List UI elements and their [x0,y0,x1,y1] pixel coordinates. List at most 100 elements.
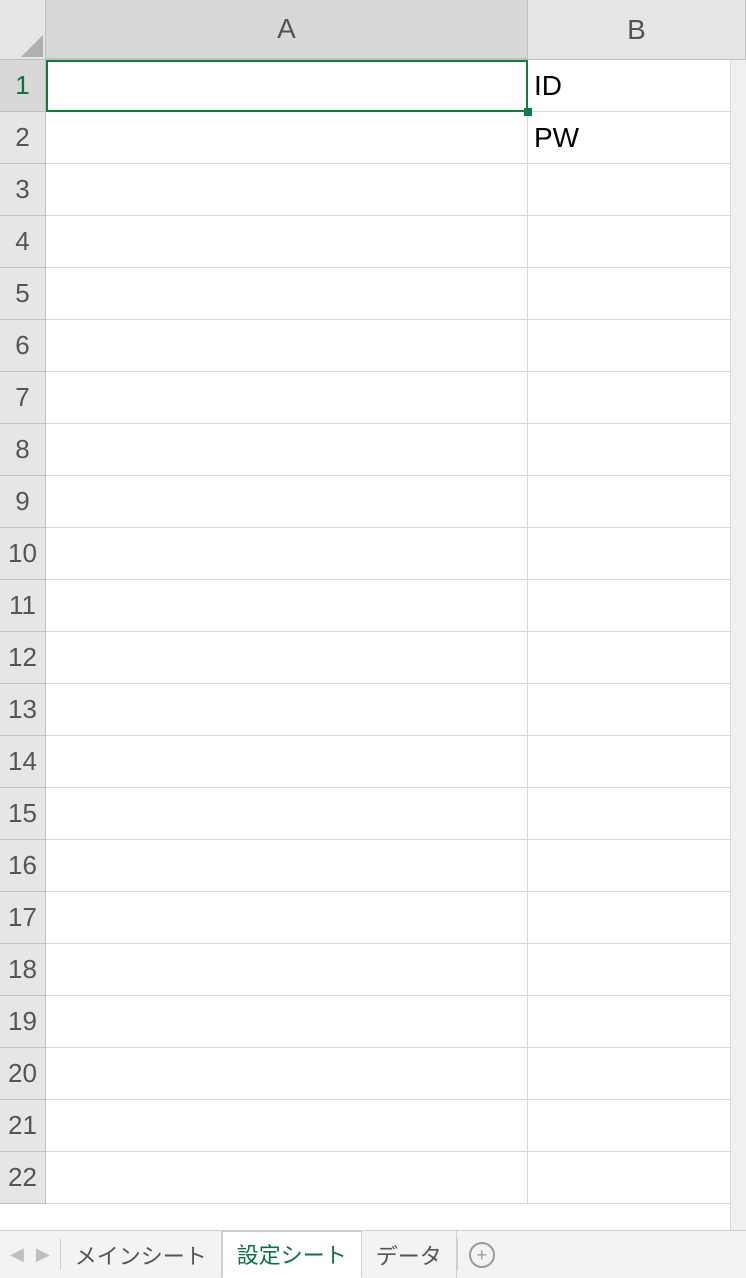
cell-A13[interactable] [46,684,528,736]
plus-icon: + [469,1242,495,1268]
row: 5 [0,268,746,320]
row-header-20[interactable]: 20 [0,1048,46,1100]
row: 22 [0,1152,746,1204]
cell-B14[interactable] [528,736,746,788]
row: 20 [0,1048,746,1100]
sheet-tab-bar: ◀ ▶ メインシート 設定シート データ + [0,1230,746,1278]
cell-A2[interactable] [46,112,528,164]
cell-B18[interactable] [528,944,746,996]
cell-A15[interactable] [46,788,528,840]
cell-B6[interactable] [528,320,746,372]
sheet-tab-2[interactable]: データ [362,1231,457,1278]
cell-A4[interactable] [46,216,528,268]
vertical-scrollbar[interactable] [730,60,746,1230]
cell-A6[interactable] [46,320,528,372]
cell-A8[interactable] [46,424,528,476]
tab-nav-buttons: ◀ ▶ [0,1231,60,1278]
row: 12 [0,632,746,684]
row-header-22[interactable]: 22 [0,1152,46,1204]
cell-B11[interactable] [528,580,746,632]
sheet-tab-1[interactable]: 設定シート [222,1231,362,1278]
row: 19 [0,996,746,1048]
row-header-12[interactable]: 12 [0,632,46,684]
row-header-17[interactable]: 17 [0,892,46,944]
cell-A16[interactable] [46,840,528,892]
cell-A14[interactable] [46,736,528,788]
cell-A20[interactable] [46,1048,528,1100]
column-header-row: A B [0,0,746,60]
cell-B20[interactable] [528,1048,746,1100]
cell-A12[interactable] [46,632,528,684]
row: 13 [0,684,746,736]
tab-nav-next-icon[interactable]: ▶ [36,1244,50,1265]
select-all-corner[interactable] [0,0,46,60]
cell-A1[interactable] [46,60,528,112]
row-header-16[interactable]: 16 [0,840,46,892]
row: 4 [0,216,746,268]
cell-A7[interactable] [46,372,528,424]
cell-A22[interactable] [46,1152,528,1204]
cell-B21[interactable] [528,1100,746,1152]
add-sheet-button[interactable]: + [458,1231,506,1278]
fill-handle[interactable] [524,108,532,116]
cell-B19[interactable] [528,996,746,1048]
row-header-18[interactable]: 18 [0,944,46,996]
cell-A9[interactable] [46,476,528,528]
row-header-3[interactable]: 3 [0,164,46,216]
row: 14 [0,736,746,788]
row: 1 ID [0,60,746,112]
row-header-2[interactable]: 2 [0,112,46,164]
cell-A17[interactable] [46,892,528,944]
cell-A21[interactable] [46,1100,528,1152]
spreadsheet-grid: A B 1ID2PW345678910111213141516171819202… [0,0,746,1230]
cell-B7[interactable] [528,372,746,424]
row: 7 [0,372,746,424]
row: 18 [0,944,746,996]
row-header-19[interactable]: 19 [0,996,46,1048]
cell-B3[interactable] [528,164,746,216]
cell-B17[interactable] [528,892,746,944]
cell-B10[interactable] [528,528,746,580]
row-header-4[interactable]: 4 [0,216,46,268]
cell-A11[interactable] [46,580,528,632]
cell-B5[interactable] [528,268,746,320]
cell-B16[interactable] [528,840,746,892]
column-header-B[interactable]: B [528,0,746,59]
row: 10 [0,528,746,580]
cell-B13[interactable] [528,684,746,736]
tab-nav-prev-icon[interactable]: ◀ [10,1244,24,1265]
row: 21 [0,1100,746,1152]
row-header-11[interactable]: 11 [0,580,46,632]
row-header-13[interactable]: 13 [0,684,46,736]
row-header-15[interactable]: 15 [0,788,46,840]
cell-B22[interactable] [528,1152,746,1204]
cell-B15[interactable] [528,788,746,840]
cell-A19[interactable] [46,996,528,1048]
cell-B9[interactable] [528,476,746,528]
cell-A18[interactable] [46,944,528,996]
row-header-10[interactable]: 10 [0,528,46,580]
cell-A3[interactable] [46,164,528,216]
cell-B4[interactable] [528,216,746,268]
row: 16 [0,840,746,892]
cell-B1[interactable]: ID [528,60,746,112]
row-header-1[interactable]: 1 [0,60,46,112]
row: 9 [0,476,746,528]
row-header-7[interactable]: 7 [0,372,46,424]
row: 6 [0,320,746,372]
column-header-A[interactable]: A [46,0,528,59]
cell-A10[interactable] [46,528,528,580]
cell-B2[interactable]: PW [528,112,746,164]
cell-B8[interactable] [528,424,746,476]
row: 15 [0,788,746,840]
sheet-tab-0[interactable]: メインシート [61,1231,222,1278]
cell-B12[interactable] [528,632,746,684]
row-header-21[interactable]: 21 [0,1100,46,1152]
row-header-5[interactable]: 5 [0,268,46,320]
row-header-9[interactable]: 9 [0,476,46,528]
row-header-8[interactable]: 8 [0,424,46,476]
cell-A5[interactable] [46,268,528,320]
row: 3 [0,164,746,216]
row-header-6[interactable]: 6 [0,320,46,372]
row-header-14[interactable]: 14 [0,736,46,788]
